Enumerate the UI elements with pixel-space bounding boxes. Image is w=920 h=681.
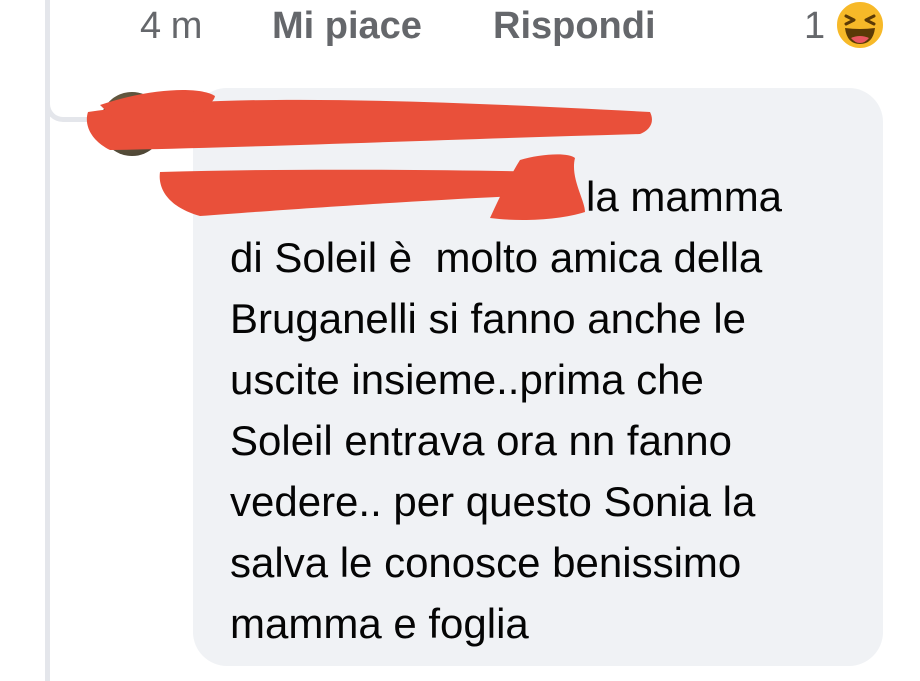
comment-actions: 4 m Mi piace Rispondi 1 [0, 0, 920, 55]
avatar[interactable] [100, 92, 164, 156]
laughing-emoji-icon[interactable] [835, 0, 885, 50]
comment-timestamp: 4 m [140, 5, 202, 47]
like-button[interactable]: Mi piace [272, 4, 422, 48]
comment-thread: 4 m Mi piace Rispondi 1 la mamma di Sole… [0, 0, 920, 681]
reaction-count[interactable]: 1 [804, 4, 825, 48]
reply-connector [45, 60, 105, 122]
comment-text: la mamma di Soleil è molto amica della B… [230, 166, 860, 654]
comment-body: la mamma di Soleil è molto amica della B… [230, 173, 783, 647]
reply-button[interactable]: Rispondi [493, 4, 656, 48]
